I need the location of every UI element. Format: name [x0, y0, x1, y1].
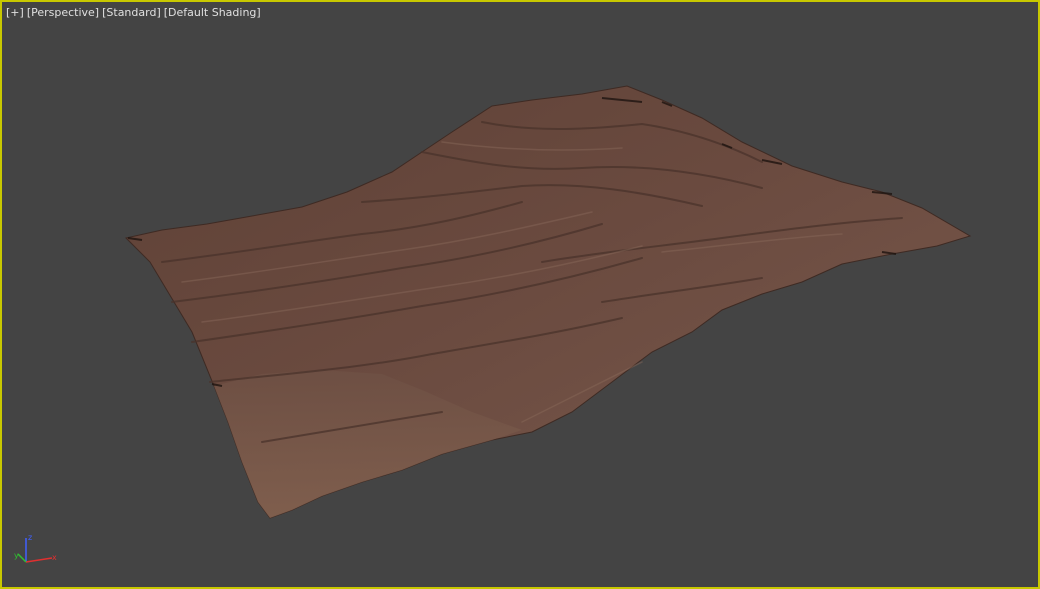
x-axis: x	[25, 553, 57, 563]
viewport-general-menu[interactable]: [+]	[6, 6, 24, 19]
viewport-shading-style-menu[interactable]: [Standard]	[102, 6, 161, 19]
viewport-scene[interactable]	[2, 2, 1038, 587]
z-axis-label: z	[28, 533, 32, 542]
viewport-point-of-view-menu[interactable]: [Perspective]	[27, 6, 99, 19]
x-axis-label: x	[52, 553, 57, 562]
viewport-label-menu: [+] [Perspective] [Standard] [Default Shadi…	[6, 6, 264, 19]
axis-tripod-gizmo: z x y	[14, 533, 57, 563]
y-axis: y	[14, 551, 27, 563]
z-axis: z	[25, 533, 32, 562]
viewport-shading-mode-menu[interactable]: [Default Shading]	[164, 6, 261, 19]
terrain-mesh[interactable]	[125, 85, 972, 519]
perspective-viewport[interactable]: [+] [Perspective] [Standard] [Default Shadi…	[0, 0, 1040, 589]
y-axis-label: y	[14, 551, 19, 560]
